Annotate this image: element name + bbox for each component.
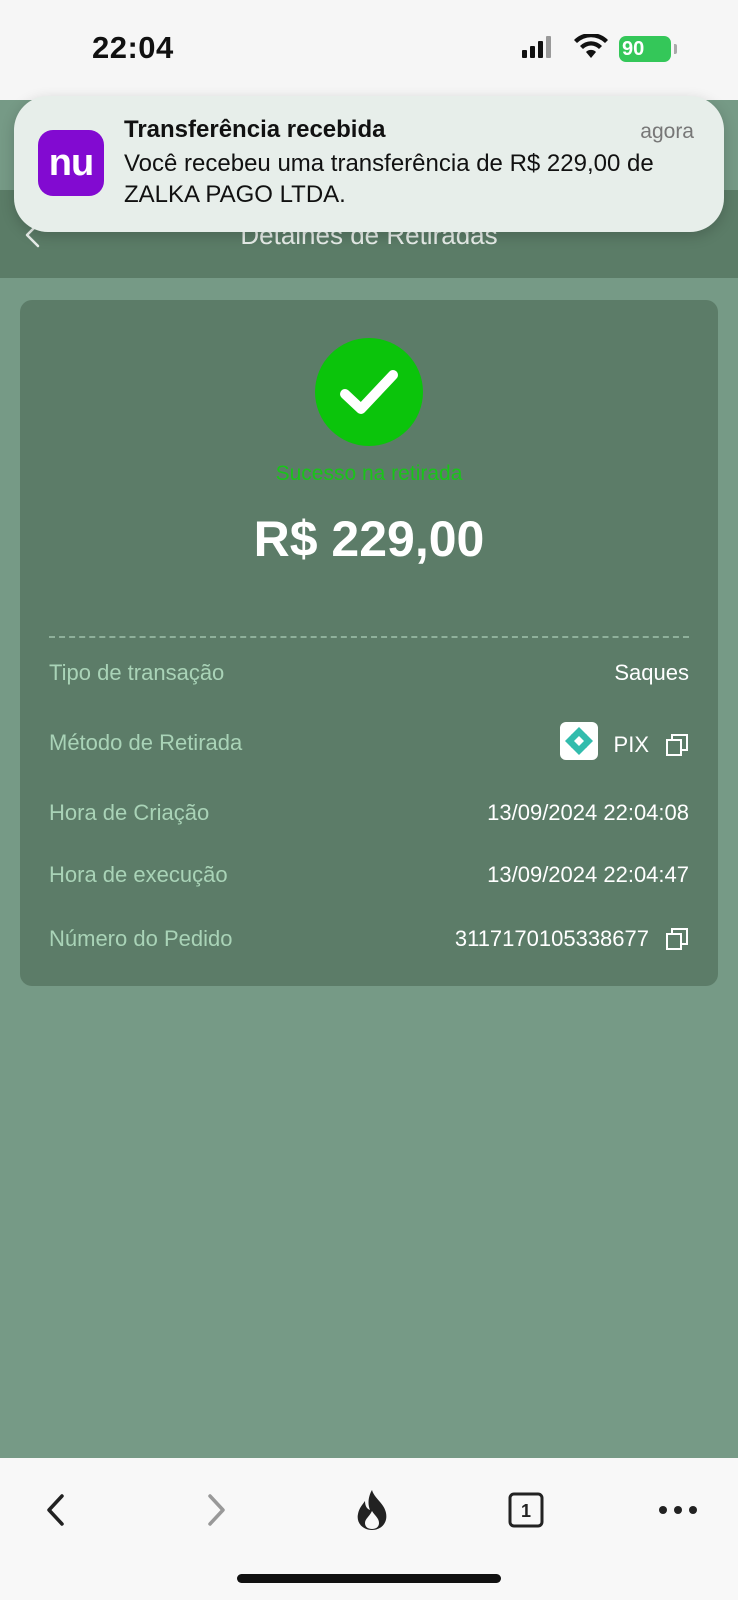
row-label: Hora de Criação [49,800,210,825]
row-label: Método de Retirada [49,730,243,755]
tabs-button[interactable]: 1 [504,1488,548,1532]
pix-icon [559,722,598,760]
signal-icon [522,36,551,58]
tabs-count: 1 [521,1501,531,1521]
status-text: Sucesso na retirada [275,462,463,485]
row-withdrawal-method: Método de Retirada PIX [49,722,689,764]
row-value: 13/09/2024 22:04:08 [487,800,689,825]
success-icon [315,338,423,446]
row-label: Hora de execução [49,862,228,887]
row-label: Tipo de transação [49,660,225,685]
status-time: 22:04 [92,30,174,65]
fire-button[interactable] [350,1488,394,1532]
browser-forward-button[interactable] [194,1488,238,1532]
chevron-left-icon [47,1494,64,1526]
battery-level: 90 [622,38,645,60]
notification-body: Você recebeu uma transferência de R$ 229… [124,150,654,208]
browser-back-button[interactable] [34,1488,78,1532]
check-icon [340,370,398,414]
divider [49,636,689,638]
wifi-icon [574,34,608,58]
row-order-number: Número do Pedido 3117170105338677 [49,920,689,960]
notification-banner[interactable]: nu Transferência recebida agora Você rec… [14,96,724,232]
row-transaction-type: Tipo de transação Saques [49,654,689,694]
notification-time: agora [640,120,694,143]
battery-icon: 90 [619,36,677,62]
more-icon [659,1506,697,1514]
row-value: PIX [613,732,649,757]
amount: R$ 229,00 [253,511,485,567]
copy-icon[interactable] [665,733,689,757]
copy-icon[interactable] [665,927,689,951]
row-label: Número do Pedido [49,926,233,951]
home-indicator [237,1574,501,1583]
row-value: 13/09/2024 22:04:47 [487,862,689,887]
flame-icon [357,1490,387,1530]
row-value: 3117170105338677 [454,926,649,951]
status-bar: 22:04 90 [0,0,738,100]
more-button[interactable] [656,1488,700,1532]
chevron-right-icon [208,1494,225,1526]
tabs-icon: 1 [508,1492,544,1528]
row-creation-time: Hora de Criação 13/09/2024 22:04:08 [49,794,689,834]
withdrawal-detail-card: Sucesso na retirada R$ 229,00 Tipo de tr… [20,300,718,986]
row-value: Saques [614,660,689,685]
nubank-logo: nu [38,130,104,196]
row-execution-time: Hora de execução 13/09/2024 22:04:47 [49,856,689,896]
notification-title: Transferência recebida [124,116,386,143]
